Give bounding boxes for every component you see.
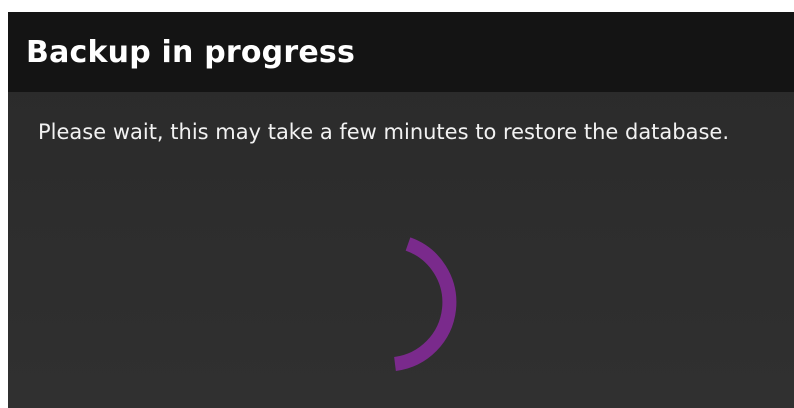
- loading-spinner-icon: [393, 237, 457, 371]
- backup-progress-dialog: Backup in progress Please wait, this may…: [8, 12, 794, 408]
- dialog-title: Backup in progress: [26, 34, 356, 70]
- dialog-header: Backup in progress: [8, 12, 794, 92]
- dialog-message: Please wait, this may take a few minutes…: [38, 120, 730, 144]
- dialog-body: Please wait, this may take a few minutes…: [8, 92, 794, 149]
- spinner-arc: [393, 237, 457, 371]
